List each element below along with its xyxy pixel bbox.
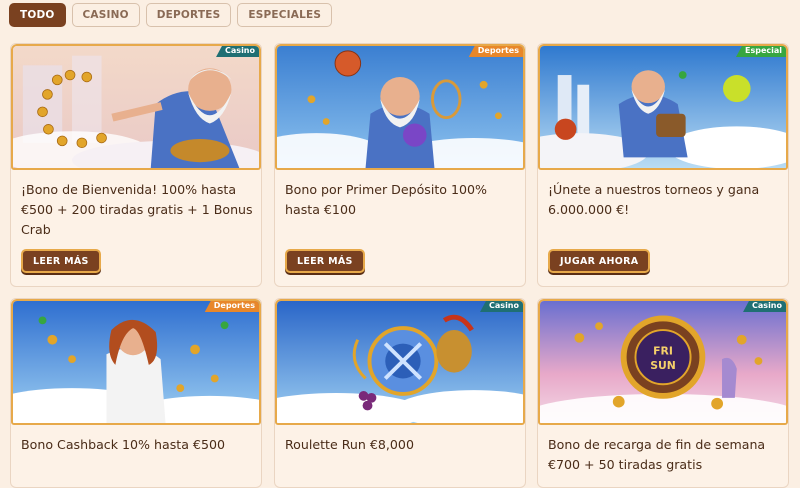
promo-title: Roulette Run €8,000	[285, 437, 414, 452]
wheel-text-sun: SUN	[650, 359, 676, 372]
promo-title: ¡Bono de Bienvenida! 100% hasta €500 + 2…	[21, 182, 253, 237]
category-badge: Casino	[480, 301, 523, 312]
promo-title: Bono de recarga de fin de semana €700 + …	[548, 437, 766, 472]
promo-title: Bono por Primer Depósito 100% hasta €100	[285, 182, 488, 217]
category-filter-bar: TODO CASINO DEPORTES ESPECIALES	[9, 3, 333, 27]
read-more-button[interactable]: LEER MÁS	[285, 249, 365, 273]
filter-todo[interactable]: TODO	[9, 3, 66, 27]
filter-deportes[interactable]: DEPORTES	[145, 3, 232, 27]
promo-card-cashback[interactable]: Deportes Bono Cashback 10% hasta €500	[10, 298, 262, 488]
promo-card-first-deposit[interactable]: Deportes Bono por Primer Depósito 100% h…	[274, 43, 526, 287]
promo-card-roulette-run[interactable]: Casino Roulette Run €8,000	[274, 298, 526, 488]
promo-image-fri-sun-wheel: FRI SUN Casino	[538, 299, 788, 425]
category-badge: Especial	[735, 46, 786, 57]
filter-especiales[interactable]: ESPECIALES	[237, 3, 333, 27]
category-badge: Casino	[743, 301, 786, 312]
promo-image-roulette: Casino	[275, 299, 525, 425]
read-more-button[interactable]: LEER MÁS	[21, 249, 101, 273]
promo-card-weekend-reload[interactable]: FRI SUN Casino Bono de recarga de fin de…	[537, 298, 789, 488]
category-badge: Deportes	[204, 301, 259, 312]
promo-image-tournament-hero: Especial	[538, 44, 788, 170]
promo-image-athena-sports: Deportes	[11, 299, 261, 425]
wheel-text-fri: FRI	[653, 344, 673, 357]
promo-title: ¡Únete a nuestros torneos y gana 6.000.0…	[548, 182, 760, 217]
promo-card-tournaments[interactable]: Especial ¡Únete a nuestros torneos y gan…	[537, 43, 789, 287]
promo-image-zeus-sports: Deportes	[275, 44, 525, 170]
play-now-button[interactable]: JUGAR AHORA	[548, 249, 651, 273]
promo-image-zeus-coins: Casino	[11, 44, 261, 170]
promo-card-welcome-bonus[interactable]: Casino ¡Bono de Bienvenida! 100% hasta €…	[10, 43, 262, 287]
category-badge: Deportes	[468, 46, 523, 57]
promo-title: Bono Cashback 10% hasta €500	[21, 437, 225, 452]
filter-casino[interactable]: CASINO	[71, 3, 140, 27]
category-badge: Casino	[216, 46, 259, 57]
